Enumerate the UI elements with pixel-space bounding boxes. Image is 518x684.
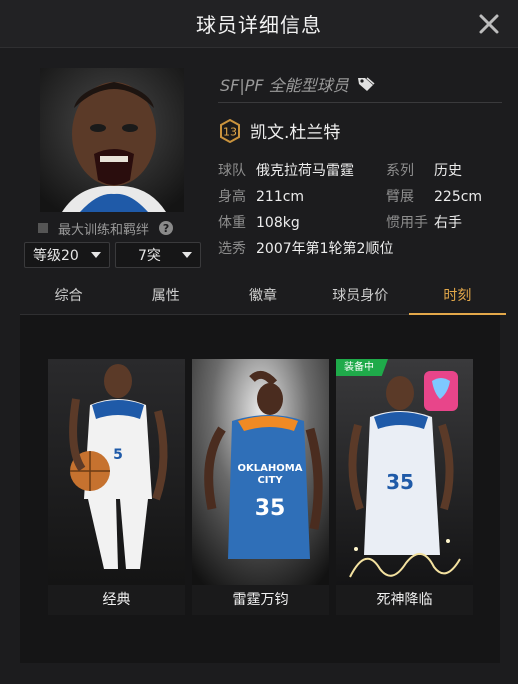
- divider: [218, 102, 502, 103]
- tab-badges[interactable]: 徽章: [214, 283, 311, 314]
- thunder-card-art: OKLAHOMA CITY 35: [192, 359, 329, 615]
- player-role: SF|PF 全能型球员: [220, 72, 375, 96]
- moment-card-classic[interactable]: 5 经典: [48, 359, 185, 615]
- reaper-card-art: 35: [336, 359, 473, 615]
- tab-overview[interactable]: 综合: [20, 283, 117, 314]
- chevron-down-icon: [91, 252, 101, 258]
- moment-label: 死神降临: [336, 585, 473, 615]
- breakthrough-select-value: 7突: [138, 248, 161, 264]
- level-badge-text: 13: [223, 125, 237, 138]
- info-wingspan: 臂展 225cm: [386, 189, 483, 205]
- close-icon: [479, 14, 499, 34]
- tab-attributes[interactable]: 属性: [117, 283, 214, 314]
- title-bar: 球员详细信息: [0, 0, 518, 48]
- level-badge-icon: 13: [220, 118, 240, 143]
- moment-card-thunder[interactable]: OKLAHOMA CITY 35 雷霆万钧: [192, 359, 329, 615]
- moments-panel: 5 经典 OKLAHOMA CITY 35 雷霆万钧 35 装备中 死神降临: [20, 315, 500, 663]
- svg-text:35: 35: [255, 496, 286, 521]
- level-select-value: 等级20: [33, 248, 79, 264]
- tab-bar: 综合 属性 徽章 球员身价 时刻: [20, 283, 507, 315]
- classic-card-art: 5: [48, 359, 185, 615]
- chevron-down-icon: [182, 252, 192, 258]
- player-portrait: [40, 68, 184, 212]
- level-select[interactable]: 等级20: [24, 242, 110, 268]
- close-button[interactable]: [474, 9, 504, 39]
- info-weight: 体重 108kg: [218, 215, 300, 231]
- breakthrough-select[interactable]: 7突: [115, 242, 201, 268]
- moment-label: 雷霆万钧: [192, 585, 329, 615]
- info-height: 身高 211cm: [218, 189, 305, 205]
- svg-text:CITY: CITY: [257, 475, 283, 486]
- help-icon[interactable]: ?: [159, 221, 174, 235]
- player-role-text: SF|PF 全能型球员: [220, 76, 349, 95]
- page-title: 球员详细信息: [196, 13, 322, 37]
- info-team: 球队 俄克拉荷马雷霆: [218, 163, 354, 179]
- info-draft: 选秀 2007年第1轮第2顺位: [218, 241, 394, 257]
- tag-icon[interactable]: [357, 76, 375, 92]
- max-training-toggle[interactable]: 最大训练和羁绊 ?: [38, 220, 190, 238]
- svg-text:35: 35: [386, 470, 414, 494]
- checkbox[interactable]: [38, 223, 48, 233]
- moment-card-reaper[interactable]: 35 装备中 死神降临: [336, 359, 473, 615]
- tab-value[interactable]: 球员身价: [312, 283, 409, 314]
- player-name: 凯文.杜兰特: [250, 123, 341, 143]
- tab-moments[interactable]: 时刻: [408, 283, 507, 315]
- player-name-row: 13 凯文.杜兰特: [218, 118, 340, 143]
- svg-text:OKLAHOMA: OKLAHOMA: [238, 463, 303, 474]
- equipped-badge: 装备中: [336, 359, 388, 376]
- max-training-label: 最大训练和羁绊: [58, 222, 150, 238]
- info-handedness: 惯用手 右手: [386, 215, 462, 231]
- info-series: 系列 历史: [386, 163, 462, 179]
- moment-label: 经典: [48, 585, 185, 615]
- svg-text:5: 5: [113, 447, 123, 463]
